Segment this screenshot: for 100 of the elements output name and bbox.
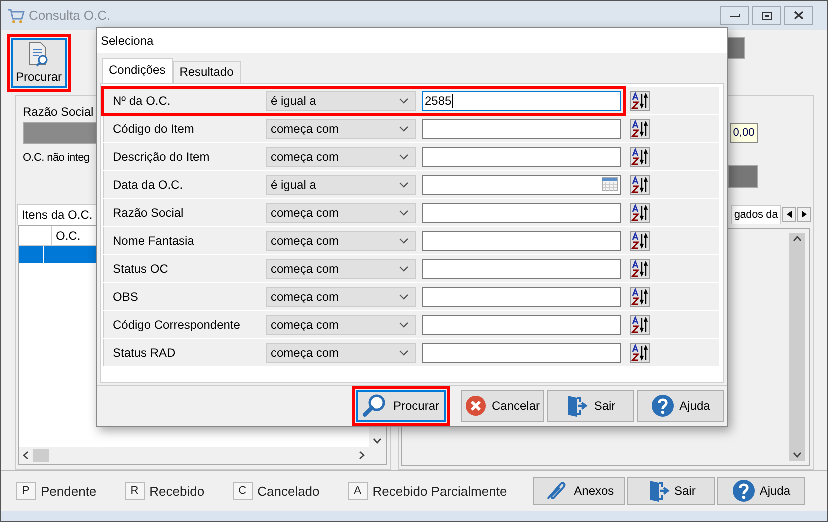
scroll-down-icon[interactable] — [792, 452, 802, 458]
chevron-down-icon — [399, 154, 409, 160]
help-icon — [650, 394, 675, 418]
details-tab[interactable]: gados da — [731, 204, 781, 224]
input-field[interactable] — [422, 118, 621, 138]
scroll-right-icon[interactable] — [359, 451, 365, 460]
sort-icon[interactable] — [630, 230, 650, 250]
maximize-button[interactable] — [752, 6, 781, 25]
scroll-up-icon[interactable] — [792, 236, 802, 242]
exit-button[interactable]: Sair — [547, 390, 634, 422]
cancel-button[interactable]: Cancelar — [461, 390, 544, 422]
sort-icon[interactable] — [630, 146, 650, 166]
help-icon — [732, 479, 756, 503]
chevron-down-icon — [399, 126, 409, 132]
legend-label: Cancelado — [258, 484, 320, 498]
condition-label: Razão Social — [113, 206, 185, 220]
date-field[interactable] — [422, 174, 621, 194]
tab-scroll-left-button[interactable] — [782, 206, 796, 222]
operator-dropdown[interactable]: começa com — [266, 118, 416, 138]
chevron-down-icon — [399, 182, 409, 188]
scrollbar-thumb[interactable] — [33, 449, 49, 462]
sort-icon[interactable] — [630, 258, 650, 278]
dialog-tab[interactable]: Resultado — [172, 61, 241, 83]
color-swatch — [728, 165, 758, 188]
operator-dropdown[interactable]: começa com — [266, 342, 416, 362]
triangle-left-icon — [786, 210, 792, 218]
minimize-icon — [730, 14, 740, 18]
condition-label: Código do Item — [113, 122, 196, 136]
operator-dropdown[interactable]: é igual a — [266, 174, 416, 194]
sort-icon[interactable] — [630, 118, 650, 138]
close-icon — [794, 11, 804, 20]
legend-key: A — [348, 482, 368, 500]
condition-label: Nome Fantasia — [113, 234, 196, 248]
minimize-button[interactable] — [720, 6, 749, 25]
legend-key: R — [124, 482, 145, 500]
dialog-tab[interactable]: Condições — [102, 58, 173, 83]
window-title: Consulta O.C. — [29, 8, 111, 23]
search-button[interactable]: Procurar — [352, 386, 450, 426]
chevron-down-icon — [399, 98, 409, 104]
operator-dropdown[interactable]: começa com — [266, 146, 416, 166]
legend-label: Recebido Parcialmente — [372, 484, 508, 498]
items-tab[interactable]: Itens da O.C. — [17, 204, 98, 225]
sort-icon[interactable] — [630, 314, 650, 334]
operator-dropdown[interactable]: é igual a — [266, 90, 416, 110]
close-button[interactable] — [784, 6, 813, 25]
legend-key: C — [232, 482, 253, 500]
triangle-right-icon — [802, 210, 806, 218]
input-field[interactable] — [422, 314, 621, 334]
document-search-icon — [28, 42, 50, 68]
input-field[interactable] — [422, 286, 621, 306]
condition-label: Data da O.C. — [113, 178, 184, 192]
sort-icon[interactable] — [630, 342, 650, 362]
chevron-down-icon — [399, 266, 409, 272]
condition-label: Nº da O.C. — [113, 94, 172, 108]
maximize-icon — [762, 12, 772, 20]
condition-label: Status RAD — [113, 346, 177, 360]
search-button[interactable]: Procurar — [7, 34, 71, 92]
operator-dropdown[interactable]: começa com — [266, 230, 416, 250]
operator-dropdown[interactable]: começa com — [266, 314, 416, 334]
input-field[interactable]: 2585 — [422, 90, 621, 110]
chevron-down-icon — [399, 350, 409, 356]
cancel-icon — [464, 395, 487, 417]
sort-icon[interactable] — [630, 90, 650, 110]
chevron-down-icon — [399, 238, 409, 244]
input-field[interactable] — [422, 146, 621, 166]
tab-scroll-right-button[interactable] — [797, 206, 811, 222]
calendar-icon[interactable] — [602, 177, 618, 192]
input-field[interactable] — [422, 202, 621, 222]
condition-label: Código Correspondente — [113, 318, 242, 332]
condition-label: Descrição do Item — [113, 150, 211, 164]
sort-icon[interactable] — [630, 286, 650, 306]
integration-note: O.C. não integ — [23, 152, 90, 164]
vertical-scrollbar[interactable] — [789, 233, 805, 461]
input-field[interactable] — [422, 230, 621, 250]
help-button[interactable]: Ajuda — [717, 477, 806, 505]
help-button[interactable]: Ajuda — [637, 390, 724, 422]
attachments-button[interactable]: Anexos — [533, 477, 626, 505]
scroll-down-icon[interactable] — [373, 438, 382, 444]
operator-dropdown[interactable]: começa com — [266, 258, 416, 278]
input-field[interactable] — [422, 342, 621, 362]
shopping-cart-icon — [7, 8, 25, 24]
input-field[interactable] — [422, 258, 621, 278]
operator-dropdown[interactable]: começa com — [266, 286, 416, 306]
chevron-down-icon — [399, 294, 409, 300]
legend-label: Pendente — [41, 484, 97, 498]
chevron-down-icon — [399, 322, 409, 328]
column-header: O.C. — [55, 228, 82, 245]
scroll-left-icon[interactable] — [23, 451, 29, 460]
legend-label: Recebido — [150, 484, 205, 498]
field-label: Razão Social — [23, 105, 95, 119]
exit-button[interactable]: Sair — [627, 477, 716, 505]
condition-label: OBS — [113, 290, 140, 304]
amount-field: 0,00 — [730, 123, 758, 143]
chevron-down-icon — [399, 210, 409, 216]
operator-dropdown[interactable]: começa com — [266, 202, 416, 222]
legend-key: P — [16, 482, 36, 500]
sort-icon[interactable] — [630, 174, 650, 194]
sort-icon[interactable] — [630, 202, 650, 222]
exit-door-icon — [565, 394, 590, 418]
dialog-title: Seleciona — [101, 34, 154, 48]
